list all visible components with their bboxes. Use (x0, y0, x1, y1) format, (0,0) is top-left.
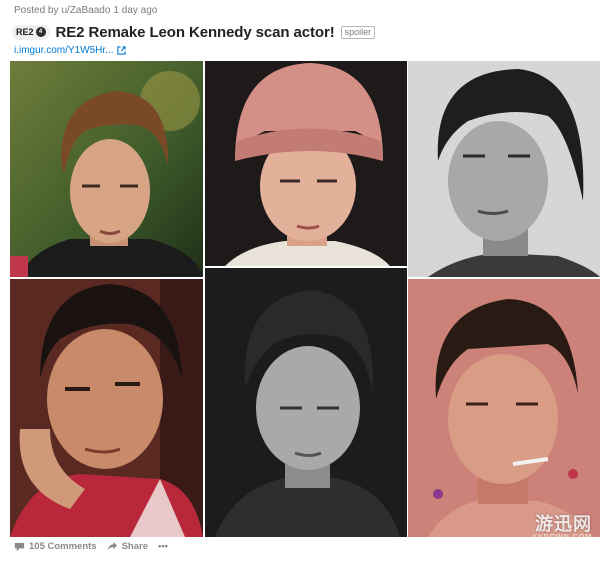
author-link[interactable]: u/ZaBaado (61, 5, 110, 16)
post-title[interactable]: RE2 Remake Leon Kennedy scan actor! (56, 24, 335, 41)
watermark-main: 游迅网 (535, 514, 592, 535)
share-button[interactable]: Share (107, 541, 148, 552)
share-icon (107, 541, 117, 551)
post-link-row[interactable]: i.imgur.com/Y1W5Hr... (14, 45, 127, 56)
photo-6[interactable] (408, 279, 600, 537)
share-label: Share (121, 541, 148, 552)
photo-4[interactable] (10, 279, 203, 537)
photo-3[interactable] (408, 61, 600, 277)
spoiler-tag: spoiler (340, 25, 376, 39)
image-gallery[interactable] (10, 61, 600, 537)
post-meta: Posted by u/ZaBaado 1 day ago (14, 5, 157, 16)
more-options-button[interactable]: ••• (158, 541, 168, 552)
user-flair: RE2 4 (12, 24, 50, 40)
post-time: 1 day ago (113, 5, 158, 16)
watermark: 游迅网 YXDOWN.COM (532, 510, 592, 541)
title-row: RE2 4 RE2 Remake Leon Kennedy scan actor… (12, 22, 376, 42)
photo-1[interactable] (10, 61, 203, 277)
portrait-image (205, 61, 407, 266)
portrait-image (408, 61, 600, 277)
portrait-image (408, 279, 600, 537)
post-card: Posted by u/ZaBaado 1 day ago RE2 4 RE2 … (0, 0, 600, 561)
watermark-sub: YXDOWN.COM (532, 534, 592, 541)
flair-label: RE2 (16, 27, 34, 37)
posted-by-prefix: Posted by (14, 5, 59, 16)
comment-icon (14, 542, 25, 552)
comments-button[interactable]: 105 Comments (14, 541, 97, 552)
flair-badge-icon: 4 (35, 27, 46, 37)
portrait-image (10, 61, 203, 277)
post-link[interactable]: i.imgur.com/Y1W5Hr... (14, 45, 113, 56)
portrait-image (10, 279, 203, 537)
comments-label: 105 Comments (29, 541, 97, 552)
photo-5[interactable] (205, 268, 407, 537)
external-link-icon[interactable] (117, 46, 127, 55)
post-actions: 105 Comments Share ••• (14, 541, 168, 552)
portrait-image (205, 268, 407, 537)
more-icon: ••• (158, 541, 168, 552)
photo-2[interactable] (205, 61, 407, 266)
